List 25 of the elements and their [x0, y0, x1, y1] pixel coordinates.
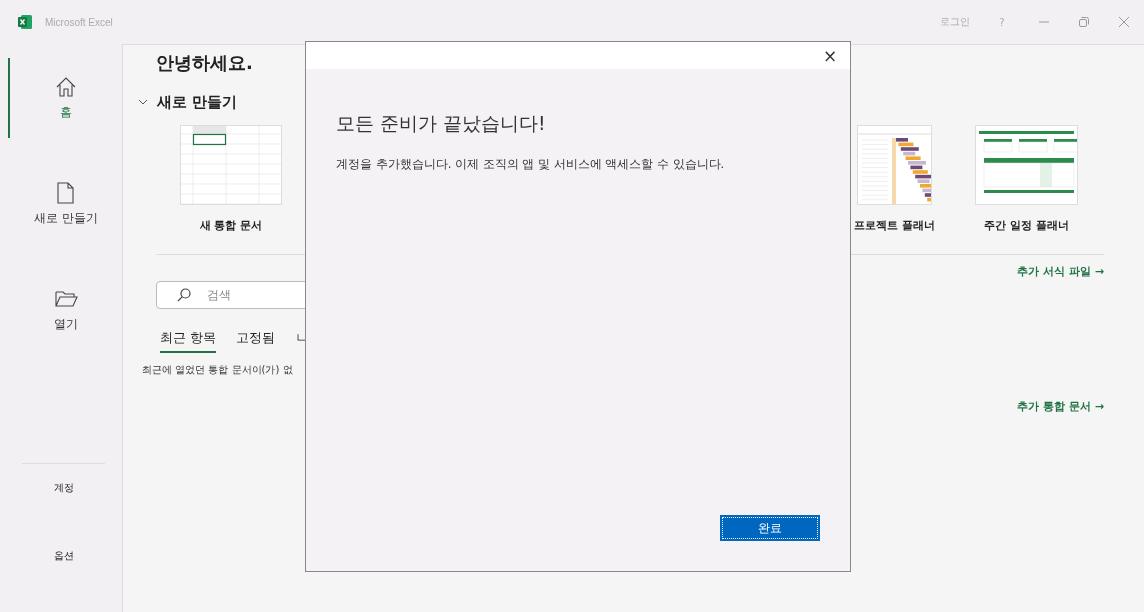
- restore-icon: [1079, 17, 1089, 27]
- greeting-heading: 안녕하세요.: [156, 51, 253, 75]
- done-button[interactable]: 완료: [720, 515, 820, 541]
- template-label[interactable]: 프로젝트 플래너: [854, 219, 935, 233]
- tab[interactable]: 고정됨: [236, 329, 276, 353]
- sidebar-item[interactable]: 옵션: [22, 538, 105, 574]
- sidebar-item[interactable]: 계정: [22, 470, 105, 506]
- dialog-message: 계정을 추가했습니다. 이제 조직의 앱 및 서비스에 액세스할 수 있습니다.: [336, 157, 726, 172]
- app-title: Microsoft Excel: [45, 16, 113, 28]
- sidebar-item[interactable]: 열기: [8, 270, 122, 350]
- search-icon: [177, 288, 191, 302]
- tab[interactable]: ㄴ: [295, 329, 309, 353]
- empty-message: 최근에 열었던 통합 문서이(가) 없: [142, 363, 294, 377]
- sidebar-item[interactable]: 새로 만들기: [8, 164, 122, 244]
- chevron-icon: [138, 98, 148, 106]
- template-label[interactable]: 주간 일정 플래너: [984, 219, 1069, 233]
- close-button[interactable]: ×: [810, 42, 850, 69]
- excel-logo-icon: [18, 15, 32, 29]
- close-icon: [1119, 17, 1129, 27]
- more-workbooks-link[interactable]: 추가 통합 문서 →: [1017, 399, 1104, 414]
- template-label[interactable]: 새 통합 문서: [199, 219, 263, 233]
- home-icon: [54, 75, 78, 98]
- tab[interactable]: 최근 항목: [160, 329, 217, 353]
- more-templates-link[interactable]: 추가 서식 파일 →: [1017, 264, 1104, 279]
- dialog-heading: 모든 준비가 끝났습니다!: [336, 111, 547, 136]
